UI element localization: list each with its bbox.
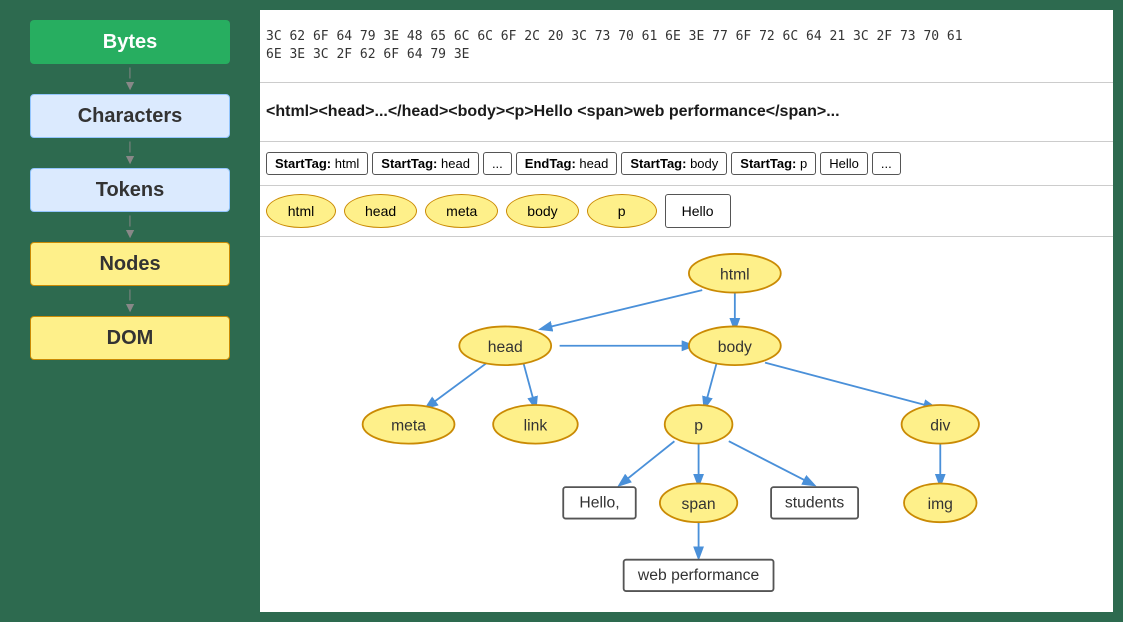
dom-label-hello: Hello, — [579, 495, 619, 512]
edge-body-p — [705, 363, 717, 408]
bytes-line1: 3C 62 6F 64 79 3E 48 65 6C 6C 6F 2C 20 3… — [266, 28, 1107, 46]
token-starttag-body: StartTag: body — [621, 152, 727, 175]
edge-p-students — [729, 442, 814, 486]
bytes-line2: 6E 3E 3C 2F 62 6F 64 79 3E — [266, 46, 1107, 64]
stage-bytes: Bytes — [30, 20, 230, 64]
token-endtag-head: EndTag: head — [516, 152, 618, 175]
stage-nodes: Nodes — [30, 242, 230, 286]
dom-svg: html head body meta link p div — [260, 237, 1113, 612]
nodes-panel: html head meta body p Hello — [260, 186, 1113, 237]
dom-label-html: html — [720, 267, 750, 284]
bytes-panel: 3C 62 6F 64 79 3E 48 65 6C 6C 6F 2C 20 3… — [260, 10, 1113, 83]
node-meta: meta — [425, 194, 498, 228]
token-hello: Hello — [820, 152, 868, 175]
edge-p-hello — [620, 442, 674, 486]
token-starttag-p: StartTag: p — [731, 152, 816, 175]
edge-body-div — [765, 363, 934, 408]
node-body: body — [506, 194, 578, 228]
characters-text: <html><head>...</head><body><p>Hello <sp… — [266, 103, 840, 120]
dom-label-span: span — [682, 496, 716, 513]
dom-panel: html head body meta link p div — [260, 237, 1113, 612]
dom-label-link: link — [524, 418, 548, 435]
arrow-nodes-dom — [123, 288, 137, 314]
edge-head-link — [523, 363, 535, 408]
dom-label-body: body — [718, 339, 752, 356]
token-starttag-head: StartTag: head — [372, 152, 479, 175]
dom-label-head: head — [488, 339, 523, 356]
dom-label-meta: meta — [391, 418, 426, 435]
arrow-tokens-nodes — [123, 214, 137, 240]
dom-label-p: p — [694, 418, 703, 435]
stage-characters: Characters — [30, 94, 230, 138]
characters-panel: <html><head>...</head><body><p>Hello <sp… — [260, 83, 1113, 142]
arrow-chars-tokens — [123, 140, 137, 166]
arrow-bytes-chars — [123, 66, 137, 92]
token-starttag-html: StartTag: html — [266, 152, 368, 175]
pipeline: Bytes Characters Tokens Nodes DOM — [10, 10, 250, 612]
token-ellipsis-1: ... — [483, 152, 512, 175]
edge-html-head — [541, 291, 702, 330]
tokens-panel: StartTag: html StartTag: head ... EndTag… — [260, 142, 1113, 186]
dom-label-webperf: web performance — [637, 568, 760, 585]
token-ellipsis-2: ... — [872, 152, 901, 175]
dom-label-students: students — [785, 495, 845, 512]
node-head: head — [344, 194, 417, 228]
node-html: html — [266, 194, 336, 228]
stage-tokens: Tokens — [30, 168, 230, 212]
edge-head-meta — [427, 363, 487, 408]
content-panels: 3C 62 6F 64 79 3E 48 65 6C 6C 6F 2C 20 3… — [260, 10, 1113, 612]
node-p: p — [587, 194, 657, 228]
dom-label-img: img — [928, 496, 953, 513]
dom-label-div: div — [930, 418, 950, 435]
stage-dom: DOM — [30, 316, 230, 360]
node-hello: Hello — [665, 194, 731, 228]
